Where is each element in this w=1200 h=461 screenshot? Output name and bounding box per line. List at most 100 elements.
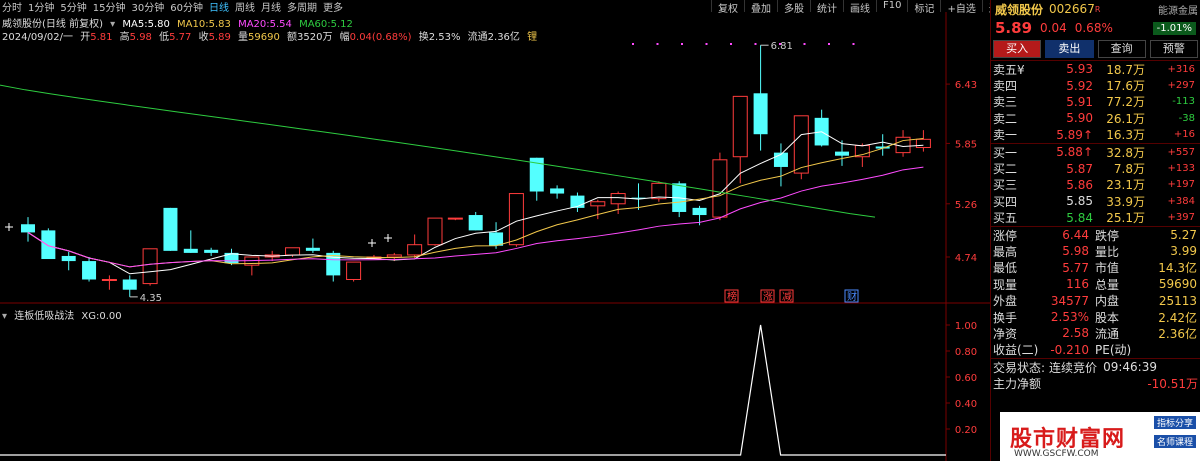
tool-button[interactable]: 统计	[810, 0, 843, 15]
bid-book: 买一 5.88↑ 32.8万 +557 买二 5.87 7.8万 +133 买三 5.86 23.1…	[991, 144, 1200, 226]
index-change-badge: -1.01%	[1152, 21, 1196, 35]
vol-label: 量	[238, 32, 249, 43]
level-name: 买一	[993, 145, 1018, 160]
candle-body-down	[21, 224, 35, 233]
candle-body-up	[651, 182, 667, 200]
signal-dot	[852, 43, 855, 45]
tool-button[interactable]: 多股	[777, 0, 810, 15]
tool-button[interactable]: 叠加	[744, 0, 777, 15]
sector-name[interactable]: 能源金属	[1158, 2, 1198, 17]
order-book-row[interactable]: 买一 5.88↑ 32.8万 +557	[991, 144, 1200, 160]
candle-body-up	[386, 254, 402, 258]
stat-label: 净资	[993, 326, 1018, 341]
order-book-row[interactable]: 买五 5.84 25.1万 +397	[991, 210, 1200, 226]
tool-button[interactable]: F10	[876, 0, 907, 12]
stats-row: 涨停 6.44 跌停 5.27	[991, 227, 1200, 243]
stat-label: 量比	[1095, 245, 1120, 259]
order-book-row[interactable]: 卖四 5.92 17.6万 +297	[991, 77, 1200, 94]
ask-book: 卖五¥ 5.93 18.7万 +316 卖四 5.92 17.6万 +297 卖三 5.91 77.…	[991, 61, 1200, 143]
signal-dot	[803, 43, 806, 45]
change-value: 0.04(0.68%)	[349, 32, 412, 43]
signal-dot	[705, 43, 708, 45]
tool-button[interactable]: 标记	[907, 0, 940, 15]
indicator-menu-icon[interactable]: ▾	[2, 311, 7, 322]
stat-label: 现量	[993, 277, 1018, 292]
quote-panel: 威领股份 002667 R 能源金属 5.89 0.04 0.68% -1.01…	[990, 0, 1200, 461]
stats-row: 净资 2.58 流通 2.36亿	[991, 325, 1200, 341]
sector-tag[interactable]: 锂	[527, 32, 537, 43]
sell-button[interactable]: 卖出	[1045, 40, 1094, 58]
alert-button[interactable]: 预警	[1149, 40, 1198, 58]
stats-row: 现量 116 总量 59690	[991, 276, 1200, 292]
level-price: 5.90	[1066, 111, 1093, 126]
order-book-row[interactable]: 卖一 5.89↑ 16.3万 +16	[991, 127, 1200, 143]
turnover-value: 2.53%	[428, 32, 461, 43]
kline-chart[interactable]: 6.43 5.85 5.26 4.74 6.81 4.35 榜 涨减 财 1.00 0.80 0.60…	[0, 12, 990, 461]
level-mark: ¥	[1017, 62, 1025, 77]
order-book-row[interactable]: 卖二 5.90 26.1万 -38	[991, 110, 1200, 126]
stat-label: 最低	[993, 261, 1018, 276]
stat-value: 3.99	[1170, 244, 1197, 259]
buy-button[interactable]: 买入	[993, 40, 1042, 58]
watermark-title: 股市财富网	[1010, 426, 1126, 452]
level-name: 买五	[993, 211, 1018, 226]
tool-button[interactable]: +自选	[940, 0, 981, 15]
stat-value: 2.53%	[1050, 310, 1089, 325]
candle-body-up	[407, 244, 423, 256]
candle-body-down	[82, 261, 97, 280]
candle-body-down	[468, 215, 483, 231]
trade-status-value: 连续竞价	[1049, 360, 1098, 375]
level-name: 卖三	[993, 95, 1018, 110]
amount-value: 3520万	[297, 32, 333, 43]
indicator-name[interactable]: 连板低吸战法	[14, 311, 74, 322]
tool-button[interactable]: 复权	[711, 0, 744, 15]
candle-body-down	[835, 151, 849, 156]
candle-body-down	[41, 230, 56, 260]
level-label: 买一	[991, 144, 1043, 161]
level-label: 卖五¥	[991, 61, 1043, 78]
candle-body-down	[204, 249, 219, 253]
order-book-row[interactable]: 买四 5.85 33.9万 +384	[991, 193, 1200, 209]
stat-value: 116	[1066, 277, 1089, 292]
level-delta: -113	[1172, 96, 1195, 108]
stat-value: 5.27	[1170, 228, 1197, 243]
indicator-tick-label: 0.60	[955, 373, 977, 384]
open-label: 开	[80, 32, 91, 43]
price-change: 0.04	[1040, 21, 1067, 35]
watermark-badge-course: 名师课程	[1153, 435, 1196, 448]
level-label: 卖三	[991, 93, 1043, 110]
level-name: 买二	[993, 162, 1018, 177]
order-book-row[interactable]: 买三 5.86 23.1万 +197	[991, 177, 1200, 193]
vol-value: 59690	[248, 32, 280, 43]
order-book-row[interactable]: 买二 5.87 7.8万 +133	[991, 160, 1200, 177]
watermark-logo: 股市财富网 WWW.GSCFW.COM 指标分享 名师课程	[1000, 412, 1200, 461]
level-price: 5.88↑	[1056, 145, 1093, 160]
level-delta: -38	[1178, 112, 1195, 124]
main-force-row: 主力净额 -10.51万	[991, 375, 1200, 391]
level-delta: +557	[1167, 146, 1195, 158]
level-name: 买四	[993, 194, 1018, 209]
price-row: 5.89 0.04 0.68% -1.01%	[991, 18, 1200, 38]
candle-body-up	[793, 115, 809, 174]
order-book-row[interactable]: 卖三 5.91 77.2万 -113	[991, 94, 1200, 110]
indicator-xg-label: XG:	[81, 311, 100, 322]
float-label: 流通	[467, 32, 488, 43]
event-tag-label: 涨	[763, 291, 773, 303]
high-value: 5.98	[129, 32, 152, 43]
low-annotation: 4.35	[140, 293, 162, 304]
level-label: 卖二	[991, 110, 1043, 127]
tool-button[interactable]: 画线	[843, 0, 876, 15]
stat-label: 涨停	[993, 228, 1018, 243]
high-label: 高	[119, 32, 130, 43]
level-delta: +316	[1167, 63, 1195, 75]
price-tick-label: 5.26	[955, 200, 977, 211]
level-price: 5.84	[1066, 210, 1093, 225]
query-button[interactable]: 查询	[1097, 40, 1146, 58]
indicator-tick-label: 0.80	[955, 347, 977, 358]
signal-dot	[754, 43, 757, 45]
candle-body-up	[508, 193, 524, 246]
ma5-line	[27, 131, 924, 275]
main-force-label: 主力净额	[993, 377, 1042, 392]
stock-name: 威领股份	[995, 2, 1044, 17]
order-book-row[interactable]: 卖五¥ 5.93 18.7万 +316	[991, 61, 1200, 77]
